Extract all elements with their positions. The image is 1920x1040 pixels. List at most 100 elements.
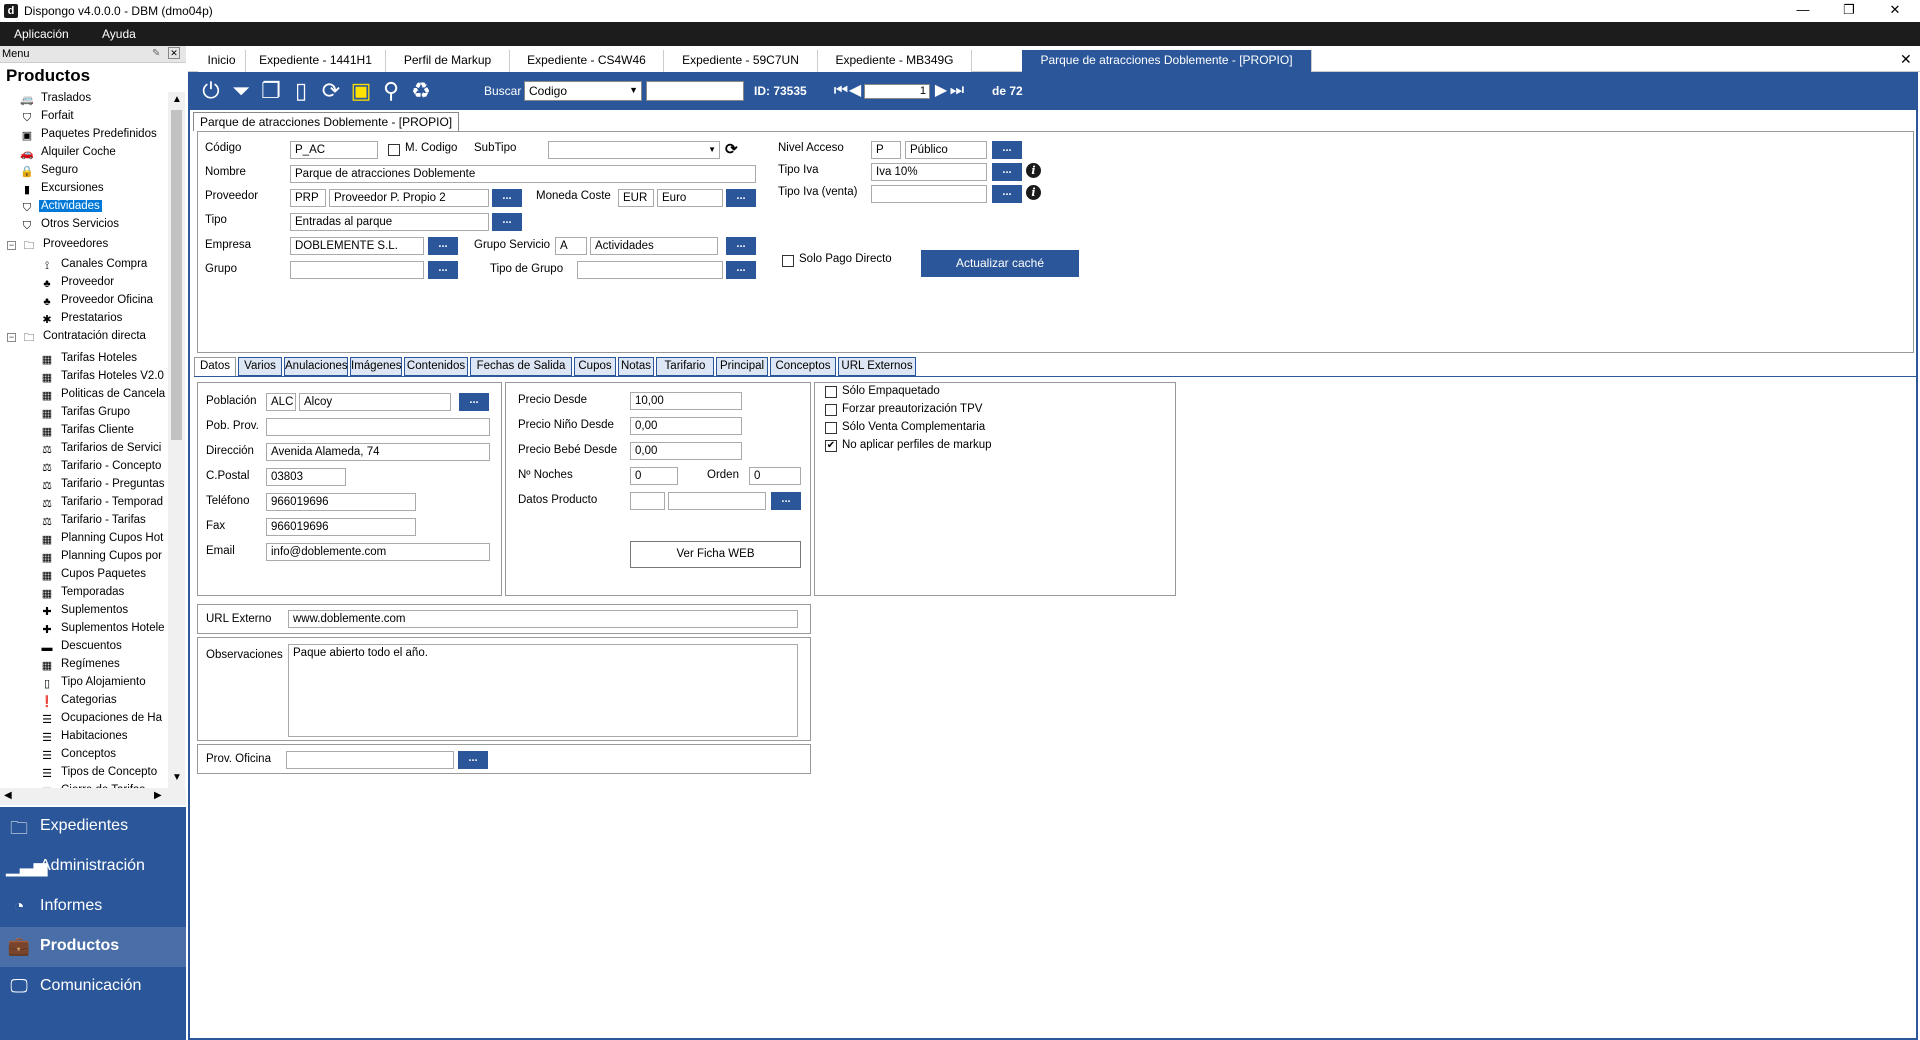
tree-item[interactable]: ✚ Suplementos Hotele: [40, 622, 167, 639]
new-file-icon[interactable]: ▯: [288, 78, 314, 104]
tree-item[interactable]: ▦ Tarifas Cliente: [40, 424, 136, 441]
forzar-preautorizacion-checkbox[interactable]: [825, 404, 837, 416]
solo-venta-complementaria-checkbox[interactable]: [825, 422, 837, 434]
tree-item[interactable]: ⟟ Canales Compra: [40, 258, 149, 275]
tree-horizontal-scrollbar[interactable]: ◀ ▶: [0, 788, 186, 805]
tab-anulaciones[interactable]: Anulaciones: [284, 357, 348, 376]
email-input[interactable]: info@doblemente.com: [266, 543, 490, 561]
search-icon[interactable]: ⚲: [378, 78, 404, 104]
tree-item[interactable]: ♣ Proveedor Oficina: [40, 294, 155, 311]
tree-item[interactable]: ☰ Conceptos: [40, 748, 118, 765]
collapse-icon[interactable]: −: [7, 333, 16, 342]
tipo-iva-venta-info-icon[interactable]: i: [1026, 185, 1041, 200]
tree-item[interactable]: ⛉ Otros Servicios: [20, 218, 121, 235]
tab-url-externos[interactable]: URL Externos: [838, 357, 916, 376]
search-input[interactable]: [646, 81, 744, 101]
cpostal-input[interactable]: 03803: [266, 468, 346, 486]
tree-item[interactable]: ⚖ Tarifario - Preguntas: [40, 478, 167, 495]
tab-perfil-markup[interactable]: Perfil de Markup: [386, 50, 510, 72]
tipo-iva-venta-input[interactable]: [871, 185, 987, 203]
tab-imagenes[interactable]: Imágenes: [350, 357, 402, 376]
nivel-acceso-name-input[interactable]: Público: [905, 141, 987, 159]
precio-bebe-input[interactable]: 0,00: [630, 442, 742, 460]
tipo-input[interactable]: Entradas al parque: [290, 213, 489, 231]
nivel-acceso-code-input[interactable]: P: [871, 141, 901, 159]
precio-desde-input[interactable]: 10,00: [630, 392, 742, 410]
nivel-acceso-lookup-button[interactable]: ...: [992, 141, 1022, 159]
tree-item[interactable]: ⚖ Tarifarios de Servici: [40, 442, 163, 459]
tree-item[interactable]: ⛉ Actividades: [20, 200, 102, 217]
tree-item[interactable]: 🚗 Alquiler Coche: [20, 146, 118, 163]
tab-tarifario[interactable]: Tarifario: [656, 357, 714, 376]
proveedor-code-input[interactable]: PRP: [290, 189, 326, 207]
tree-item[interactable]: ✚ Suplementos: [40, 604, 130, 621]
tree-item[interactable]: ▦ Planning Cupos Hot: [40, 532, 165, 549]
tree-item[interactable]: ▦ Tarifas Grupo: [40, 406, 132, 423]
tab-cupos[interactable]: Cupos: [574, 357, 616, 376]
dropdown-icon[interactable]: ▼: [629, 85, 638, 95]
tree-item[interactable]: ▦ Regímenes: [40, 658, 122, 675]
tab-expediente-mb349g[interactable]: Expediente - MB349G: [818, 50, 972, 72]
nav-expedientes[interactable]: 🗀 Expedientes: [0, 807, 186, 847]
tree-item[interactable]: ▦ Tarifas Hoteles: [40, 352, 139, 369]
tree-item[interactable]: ♣ Proveedor: [40, 276, 116, 293]
tree-item[interactable]: ☰ Ocupaciones de Ha: [40, 712, 164, 729]
empresa-lookup-button[interactable]: ...: [428, 237, 458, 255]
poblacion-lookup-button[interactable]: ...: [459, 393, 489, 411]
fax-input[interactable]: 966019696: [266, 518, 416, 536]
precio-nino-input[interactable]: 0,00: [630, 417, 742, 435]
tipo-grupo-lookup-button[interactable]: ...: [726, 261, 756, 279]
copy-icon[interactable]: ❐: [258, 78, 284, 104]
solo-pago-checkbox[interactable]: [782, 255, 794, 267]
grupo-servicio-code-input[interactable]: A: [555, 237, 587, 255]
tree-item[interactable]: ⚖ Tarifario - Temporad: [40, 496, 165, 513]
moneda-code-input[interactable]: EUR: [618, 189, 654, 207]
menu-aplicacion[interactable]: Aplicación: [14, 27, 69, 41]
tab-notas[interactable]: Notas: [618, 357, 654, 376]
direccion-input[interactable]: Avenida Alameda, 74: [266, 443, 490, 461]
observaciones-textarea[interactable]: Paque abierto todo el año.: [288, 644, 798, 737]
datos-producto-code-input[interactable]: [630, 492, 665, 510]
subtipo-dropdown-icon[interactable]: ▼: [708, 145, 716, 154]
scroll-up-icon[interactable]: ▲: [172, 94, 182, 105]
search-field-select[interactable]: Codigo ▼: [524, 81, 642, 101]
prov-oficina-lookup-button[interactable]: ...: [458, 751, 488, 769]
tree-item[interactable]: 🚐 Traslados: [20, 92, 93, 109]
datos-producto-lookup-button[interactable]: ...: [771, 492, 801, 510]
tab-varios[interactable]: Varios: [238, 357, 282, 376]
tab-conceptos[interactable]: Conceptos: [770, 357, 836, 376]
tab-parque-atracciones[interactable]: Parque de atracciones Doblemente - [PROP…: [1022, 50, 1312, 72]
tipo-iva-venta-lookup-button[interactable]: ...: [992, 185, 1022, 203]
proveedor-name-input[interactable]: Proveedor P. Propio 2: [329, 189, 489, 207]
tab-principal[interactable]: Principal: [716, 357, 768, 376]
orden-input[interactable]: 0: [749, 467, 801, 485]
scroll-thumb[interactable]: [171, 110, 182, 440]
nombre-input[interactable]: Parque de atracciones Doblemente: [290, 165, 756, 183]
subtipo-select[interactable]: ▼: [548, 141, 720, 159]
tree-item[interactable]: ✱ Prestatarios: [40, 312, 124, 329]
tree-item[interactable]: ☰ Tipos de Concepto: [40, 766, 159, 783]
tree-item[interactable]: ⚖ Tarifario - Concepto: [40, 460, 163, 477]
tree-item[interactable]: ⚖ Tarifario - Tarifas: [40, 514, 148, 531]
proveedor-lookup-button[interactable]: ...: [492, 189, 522, 207]
grupo-input[interactable]: [290, 261, 424, 279]
solo-empaquetado-checkbox[interactable]: [825, 386, 837, 398]
tree-vertical-scrollbar[interactable]: ▲ ▼: [168, 92, 185, 788]
delete-icon[interactable]: ♻: [408, 78, 434, 104]
tree-item[interactable]: − 🗀 Proveedores: [7, 238, 110, 255]
grupo-lookup-button[interactable]: ...: [428, 261, 458, 279]
poblacion-name-input[interactable]: Alcoy: [299, 393, 451, 411]
scroll-right-icon[interactable]: ▶: [154, 790, 162, 801]
no-aplicar-markup-checkbox[interactable]: ✔: [825, 440, 837, 452]
tree-item[interactable]: ▦ Tarifas Hoteles V2.0: [40, 370, 166, 387]
tree-item[interactable]: ▦ Politicas de Cancela: [40, 388, 167, 405]
codigo-input[interactable]: P_AC: [290, 141, 378, 159]
grupo-servicio-name-input[interactable]: Actividades: [590, 237, 718, 255]
tab-contenidos[interactable]: Contenidos: [404, 357, 468, 376]
tab-datos[interactable]: Datos: [194, 357, 236, 376]
nav-productos[interactable]: 💼 Productos: [0, 927, 186, 967]
poblacion-code-input[interactable]: ALC: [266, 393, 296, 411]
tree-item[interactable]: − 🗀 Contratación directa: [7, 330, 148, 347]
power-icon[interactable]: ⏻: [198, 78, 224, 104]
ver-ficha-web-button[interactable]: Ver Ficha WEB: [630, 541, 801, 568]
